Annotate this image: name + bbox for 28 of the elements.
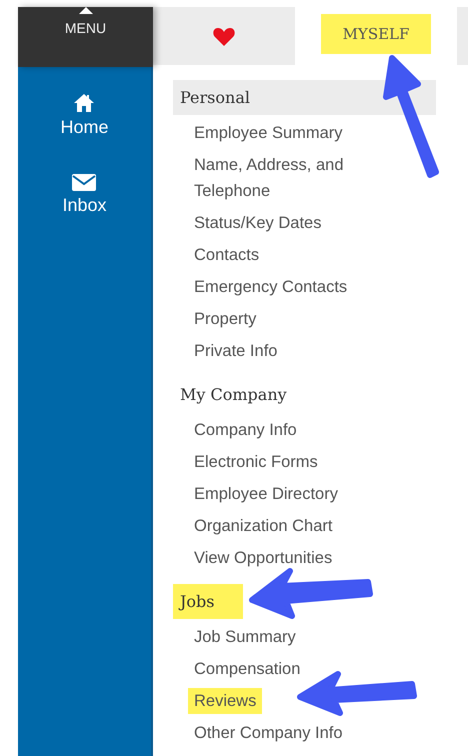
menu-link[interactable]: Employee Summary <box>188 120 349 146</box>
nav-item[interactable]: Inbox <box>62 174 107 216</box>
nav-item[interactable]: Home <box>60 93 108 138</box>
caret-icon <box>78 7 92 14</box>
heart-icon <box>213 26 235 46</box>
menu-link[interactable]: Private Info <box>188 338 284 364</box>
menu-link[interactable]: View Opportunities <box>188 545 338 571</box>
myself-tab[interactable]: MYSELF <box>321 14 431 54</box>
menu-link[interactable]: Compensation <box>188 656 306 682</box>
home-icon <box>73 93 96 113</box>
section-heading: My Company <box>179 384 288 406</box>
menu-link[interactable]: Organization Chart <box>188 513 338 539</box>
section-heading: Jobs <box>173 584 242 619</box>
favorites-tab[interactable] <box>153 7 295 65</box>
section-heading: Personal <box>173 80 436 115</box>
menu-link[interactable]: Contacts <box>188 242 266 268</box>
menu-link[interactable]: Company Info <box>188 417 303 443</box>
menu-link[interactable]: Job Summary <box>188 624 302 650</box>
menu-link[interactable]: Electronic Forms <box>188 449 324 475</box>
menu-link[interactable]: Property <box>188 306 262 332</box>
menu-link[interactable]: Name, Address, and Telephone <box>188 152 376 204</box>
menu-link[interactable]: Other Company Info <box>188 720 349 746</box>
envelope-icon <box>72 174 96 191</box>
menu-link[interactable]: Emergency Contacts <box>188 274 354 300</box>
menu-button[interactable]: MENU <box>18 7 153 67</box>
menu-link[interactable]: Status/Key Dates <box>188 210 328 236</box>
menu-link[interactable]: Reviews <box>188 688 262 714</box>
menu-link[interactable]: Employee Directory <box>188 481 344 507</box>
